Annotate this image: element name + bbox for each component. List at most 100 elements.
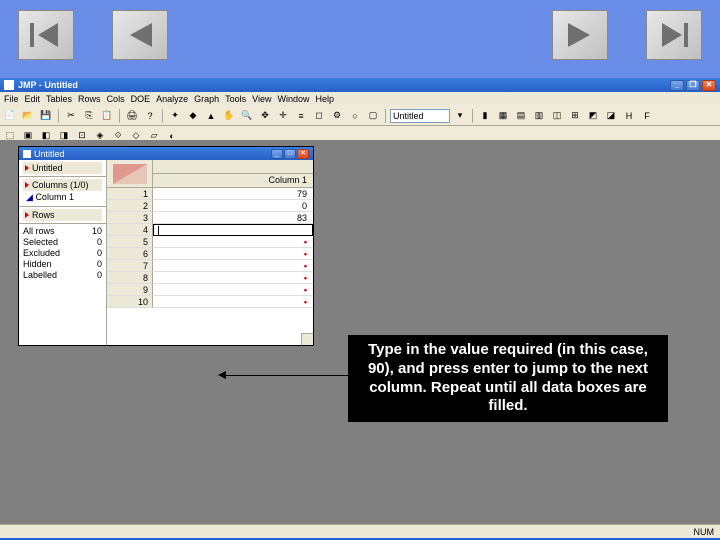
tb-copy-icon[interactable]: ⎘: [81, 108, 97, 124]
tb-chart-icon[interactable]: ◪: [603, 108, 619, 124]
row-header[interactable]: 8: [107, 272, 153, 284]
row-header[interactable]: 4: [107, 224, 153, 236]
menu-view[interactable]: View: [252, 94, 271, 104]
tb-tool-icon[interactable]: ✛: [275, 108, 291, 124]
dw-close-button[interactable]: ✕: [297, 149, 309, 159]
row-header[interactable]: 9: [107, 284, 153, 296]
row-header[interactable]: 10: [107, 296, 153, 308]
tb-tool-icon[interactable]: ○: [347, 108, 363, 124]
menu-cols[interactable]: Cols: [107, 94, 125, 104]
tb-open-icon[interactable]: 📂: [20, 108, 36, 124]
titlebar: JMP - Untitled _ ❐ ✕: [0, 78, 720, 92]
statusbar: NUM: [0, 524, 720, 538]
minimize-button[interactable]: _: [670, 80, 684, 91]
tb-gear-icon[interactable]: ⚙: [329, 108, 345, 124]
toolbar-name-input[interactable]: [390, 109, 450, 123]
row-header[interactable]: 7: [107, 260, 153, 272]
tb-chart-icon[interactable]: ⊞: [567, 108, 583, 124]
col-header-top[interactable]: [153, 160, 313, 174]
menu-help[interactable]: Help: [316, 94, 335, 104]
tb-dropdown-icon[interactable]: ▾: [452, 108, 468, 124]
close-button[interactable]: ✕: [702, 80, 716, 91]
data-left-panel: Untitled Columns (1/0) ◢ Column 1: [19, 160, 107, 345]
tb-chart-icon[interactable]: H: [621, 108, 637, 124]
tb-paste-icon[interactable]: 📋: [99, 108, 115, 124]
callout-arrow-head: [218, 371, 226, 379]
panel-rows-header[interactable]: Rows: [23, 209, 102, 221]
col-header[interactable]: Column 1: [153, 174, 313, 187]
tb-chart-icon[interactable]: ▥: [531, 108, 547, 124]
tb-hand-icon[interactable]: ✋: [221, 108, 237, 124]
tb-chart-icon[interactable]: ▮: [477, 108, 493, 124]
data-cell[interactable]: •: [153, 260, 313, 272]
nav-last-button[interactable]: [646, 10, 702, 60]
data-cell[interactable]: 0: [153, 200, 313, 212]
columns-label: Columns (1/0): [32, 180, 89, 190]
data-cell[interactable]: •: [153, 236, 313, 248]
dw-maximize-button[interactable]: □: [284, 149, 296, 159]
tb-tool-icon[interactable]: ✦: [167, 108, 183, 124]
nav-next-button[interactable]: [552, 10, 608, 60]
tb-tool-icon[interactable]: ▲: [203, 108, 219, 124]
menu-tools[interactable]: Tools: [225, 94, 246, 104]
column-1-item[interactable]: Column 1: [35, 192, 74, 202]
row-header[interactable]: 3: [107, 212, 153, 224]
tb-help-icon[interactable]: ?: [142, 108, 158, 124]
tb-sep: [58, 109, 59, 123]
data-cell[interactable]: •: [153, 284, 313, 296]
status-num: NUM: [694, 527, 715, 537]
scroll-corner: [301, 333, 313, 345]
tb-tool-icon[interactable]: ✥: [257, 108, 273, 124]
data-cell[interactable]: •: [153, 296, 313, 308]
data-cell[interactable]: 79: [153, 188, 313, 200]
menu-doe[interactable]: DOE: [131, 94, 151, 104]
row-header[interactable]: 2: [107, 200, 153, 212]
menu-window[interactable]: Window: [278, 94, 310, 104]
row-header[interactable]: 6: [107, 248, 153, 260]
tb-new-icon[interactable]: 📄: [2, 108, 18, 124]
row-header[interactable]: 5: [107, 236, 153, 248]
menu-graph[interactable]: Graph: [194, 94, 219, 104]
menu-tables[interactable]: Tables: [46, 94, 72, 104]
disclosure-icon: [25, 182, 29, 188]
table-row: 4: [107, 224, 313, 236]
data-cell[interactable]: 83: [153, 212, 313, 224]
panel-columns-header[interactable]: Columns (1/0): [23, 179, 102, 191]
menu-analyze[interactable]: Analyze: [156, 94, 188, 104]
grid-corner[interactable]: [107, 160, 153, 188]
table-row: 10•: [107, 296, 313, 308]
menu-edit[interactable]: Edit: [25, 94, 41, 104]
data-cell[interactable]: •: [153, 248, 313, 260]
tb-chart-icon[interactable]: F: [639, 108, 655, 124]
panel-untitled-header[interactable]: Untitled: [23, 162, 102, 174]
toolbar-1: 📄 📂 💾 ✂ ⎘ 📋 🖨 ? ✦ ◆ ▲ ✋ 🔍 ✥ ✛ ≡ ◻ ⚙ ○ ▢ …: [0, 106, 720, 126]
table-row: 179: [107, 188, 313, 200]
tb-chart-icon[interactable]: ◩: [585, 108, 601, 124]
app-icon: [4, 80, 14, 90]
row-header[interactable]: 1: [107, 188, 153, 200]
tb-save-icon[interactable]: 💾: [38, 108, 54, 124]
tb-chart-icon[interactable]: ▤: [513, 108, 529, 124]
menu-file[interactable]: File: [4, 94, 19, 104]
data-cell[interactable]: •: [153, 272, 313, 284]
tb-tool-icon[interactable]: ▢: [365, 108, 381, 124]
app-window: JMP - Untitled _ ❐ ✕ File Edit Tables Ro…: [0, 78, 720, 538]
tb-zoom-icon[interactable]: 🔍: [239, 108, 255, 124]
data-cell[interactable]: [153, 224, 313, 236]
tb-tool-icon[interactable]: ◻: [311, 108, 327, 124]
instruction-callout: Type in the value required (in this case…: [348, 335, 668, 422]
tb-chart-icon[interactable]: ◫: [549, 108, 565, 124]
menu-rows[interactable]: Rows: [78, 94, 101, 104]
tb-sep: [472, 109, 473, 123]
nav-first-button[interactable]: [18, 10, 74, 60]
workspace: Untitled _ □ ✕ Untitled: [0, 140, 720, 524]
tb-chart-icon[interactable]: ▦: [495, 108, 511, 124]
tb-cut-icon[interactable]: ✂: [63, 108, 79, 124]
nav-prev-button[interactable]: [112, 10, 168, 60]
dw-minimize-button[interactable]: _: [271, 149, 283, 159]
stat-value: 0: [97, 237, 102, 248]
restore-button[interactable]: ❐: [686, 80, 700, 91]
tb-tool-icon[interactable]: ≡: [293, 108, 309, 124]
tb-tool-icon[interactable]: ◆: [185, 108, 201, 124]
tb-print-icon[interactable]: 🖨: [124, 108, 140, 124]
